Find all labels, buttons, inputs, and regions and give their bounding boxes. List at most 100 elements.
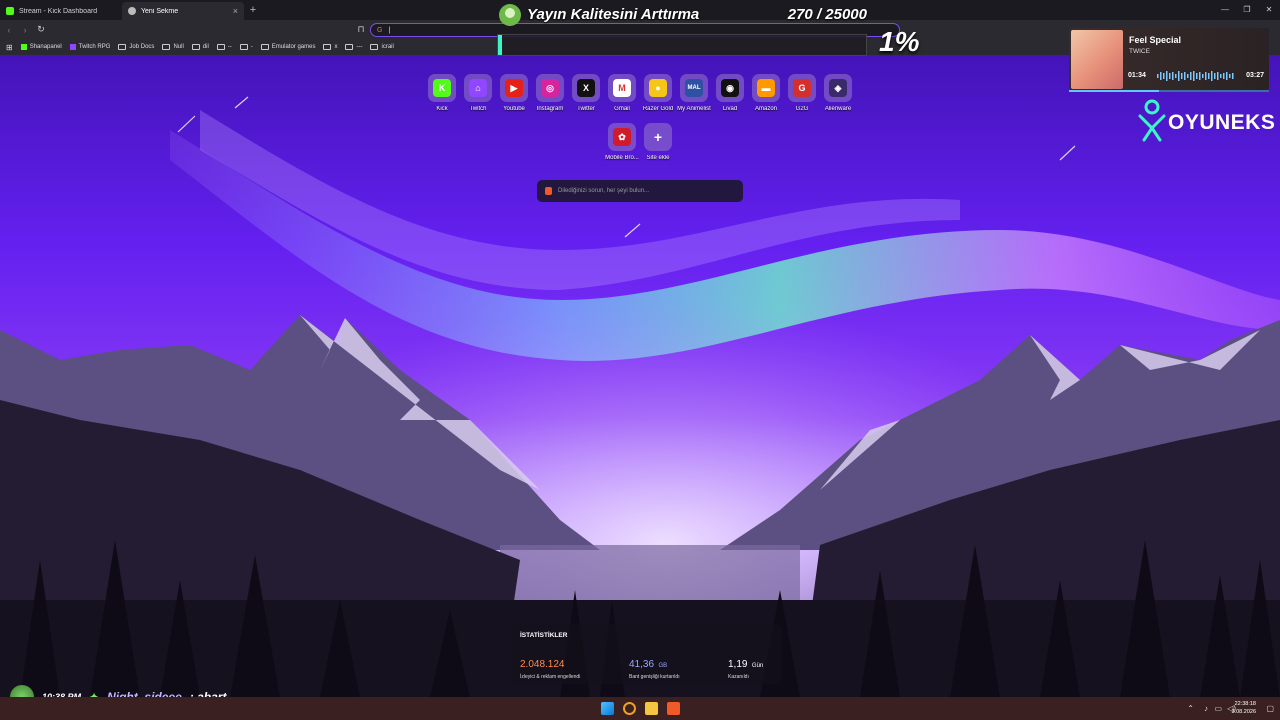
- goal-progress-bar: [497, 34, 867, 56]
- brave-browser-icon[interactable]: [667, 702, 680, 715]
- huawei-icon: ✿: [613, 128, 631, 146]
- speed-dial-razer-gold[interactable]: ● Razer Gold: [638, 74, 678, 112]
- tab-new-tab[interactable]: Yeni Sekme ×: [122, 2, 244, 20]
- stat-desc: Kazanıldı: [728, 674, 749, 680]
- bookmark-item[interactable]: Twitch RPG: [69, 44, 111, 50]
- bookmark-folder[interactable]: icrail: [370, 44, 394, 50]
- apps-grid-icon[interactable]: ⊞: [6, 43, 13, 52]
- speed-dial-amazon[interactable]: ▬ Amazon: [746, 74, 786, 112]
- chevron-up-icon[interactable]: ⌃: [1187, 704, 1194, 713]
- bookmark-label: Job Docs: [129, 44, 155, 50]
- display-icon[interactable]: ▭: [1214, 704, 1222, 713]
- speed-dial-kick[interactable]: K Kick: [422, 74, 462, 112]
- speed-dial-livad[interactable]: ◉ Livad: [710, 74, 750, 112]
- folder-icon: [370, 44, 379, 50]
- new-tab-button[interactable]: +: [244, 4, 262, 16]
- folder-icon: [191, 44, 200, 50]
- song-title: Feel Special: [1129, 35, 1182, 45]
- stat-desc: Bant genişliği kurtarıldı: [629, 674, 680, 680]
- notification-icon[interactable]: ▢: [1266, 704, 1274, 713]
- back-icon[interactable]: ‹: [2, 25, 16, 35]
- logo-text: OYUNEKS: [1168, 111, 1276, 134]
- speed-dial-tile: ✿: [608, 123, 636, 151]
- amazon-icon: ▬: [757, 79, 775, 97]
- goal-percent: 1%: [879, 26, 920, 57]
- bookmark-folder[interactable]: --: [216, 44, 232, 50]
- bookmark-label: Twitch RPG: [78, 44, 111, 50]
- speed-dial-gmail[interactable]: M Gmail: [602, 74, 642, 112]
- search-box[interactable]: Dilediğinizi sorun, her şeyi bulun...: [537, 180, 743, 202]
- reload-icon[interactable]: ↻: [34, 24, 48, 35]
- add-site-icon: +: [653, 129, 663, 145]
- folder-icon: [260, 44, 269, 50]
- kick-favicon-icon: [20, 44, 27, 50]
- clock-date: 3.08.2026: [1231, 709, 1256, 715]
- speed-dial-g2g[interactable]: G G2G: [782, 74, 822, 112]
- bookmark-label: --: [227, 44, 232, 50]
- speed-dial-twitter[interactable]: X Twitter: [566, 74, 606, 112]
- waveform-icon: [1157, 71, 1234, 81]
- livad-icon: ◉: [721, 79, 739, 97]
- bookmark-folder[interactable]: -: [239, 44, 253, 50]
- speed-dial-twitch[interactable]: ⌂ Twitch: [458, 74, 498, 112]
- stat-time-saved: 1,19 Gün Kazanıldı: [728, 654, 763, 680]
- folder-icon: [216, 44, 225, 50]
- youtube-icon: ▶: [505, 79, 523, 97]
- forward-icon[interactable]: ›: [18, 25, 32, 35]
- speed-dial-label: Youtube: [503, 106, 525, 112]
- speed-dial-label: My Animelist: [677, 106, 711, 112]
- speed-dial-label: Gmail: [614, 106, 630, 112]
- windows-start-icon[interactable]: [601, 702, 614, 715]
- bookmark-label: -: [250, 44, 253, 50]
- bookmark-item[interactable]: Shanapanel: [20, 44, 62, 50]
- bookmark-folder[interactable]: ---: [345, 44, 362, 50]
- speed-dial-add-site[interactable]: + Site ekle: [638, 123, 678, 161]
- speed-dial-myanimelist[interactable]: MAL My Animelist: [674, 74, 714, 112]
- speed-dial-instagram[interactable]: ◎ Instagram: [530, 74, 570, 112]
- alienware-icon: ◈: [829, 79, 847, 97]
- stat-value: 1,19: [728, 659, 748, 670]
- speed-dial-label: Alienware: [824, 106, 852, 112]
- speed-dial-tile: ▬: [752, 74, 780, 102]
- tab-kick-dashboard[interactable]: Stream - Kick Dashboard: [0, 2, 122, 20]
- clock[interactable]: 22:38:18 3.08.2026: [1232, 700, 1256, 716]
- speed-dial-tile: ▶: [500, 74, 528, 102]
- speed-dial-tile: ◉: [716, 74, 744, 102]
- speed-dial-tile: ⌂: [464, 74, 492, 102]
- now-playing-widget: Feel Special TWICE 01:34 03:27: [1069, 28, 1269, 91]
- speed-dial-label: Razer Gold: [642, 106, 674, 112]
- speed-dial-tile: +: [644, 123, 672, 151]
- bookmark-folder[interactable]: dil: [191, 44, 209, 50]
- minimize-icon[interactable]: —: [1214, 0, 1236, 20]
- speed-dial-youtube[interactable]: ▶ Youtube: [494, 74, 534, 112]
- bookmark-label: icrail: [381, 44, 394, 50]
- instagram-icon: ◎: [541, 79, 559, 97]
- speed-dial-alienware[interactable]: ◈ Alienware: [818, 74, 858, 112]
- brave-favicon-icon: [128, 7, 136, 15]
- stats-panel: İSTATİSTİKLER 2.048.124 İzleyici & rekla…: [512, 624, 782, 684]
- microphone-icon[interactable]: ♪: [1204, 704, 1208, 713]
- bookmark-label: Shanapanel: [29, 44, 62, 50]
- speed-dial-label: Site ekle: [646, 155, 670, 161]
- bookmark-folder[interactable]: x: [323, 44, 337, 50]
- bookmark-label: x: [334, 44, 338, 50]
- restore-icon[interactable]: ❐: [1236, 0, 1258, 20]
- bookmark-folder[interactable]: Null: [162, 44, 184, 50]
- taskbar: ⌃ ♪ ▭ ◁) 22:38:18 3.08.2026 ▢: [0, 697, 1280, 720]
- text-caret: |: [388, 26, 391, 34]
- bookmark-label: Emulator games: [271, 44, 316, 50]
- song-total-time: 03:27: [1246, 72, 1264, 79]
- file-explorer-icon[interactable]: [645, 702, 658, 715]
- bookmark-folder[interactable]: Job Docs: [118, 44, 154, 50]
- oyuneks-mascot-icon: [1138, 99, 1166, 142]
- twitter-icon: X: [577, 79, 595, 97]
- close-window-icon[interactable]: ✕: [1258, 0, 1280, 20]
- search-icon[interactable]: [623, 702, 636, 715]
- close-tab-icon[interactable]: ×: [233, 6, 238, 16]
- window-controls: — ❐ ✕: [1214, 0, 1280, 20]
- speed-dial-huawei[interactable]: ✿ Mobile Bro...: [602, 123, 642, 161]
- search-placeholder: Dilediğinizi sorun, her şeyi bulun...: [558, 188, 650, 194]
- bookmark-icon[interactable]: ⊓: [354, 24, 368, 35]
- goal-avatar-icon: [499, 4, 521, 26]
- bookmark-folder[interactable]: Emulator games: [260, 44, 316, 50]
